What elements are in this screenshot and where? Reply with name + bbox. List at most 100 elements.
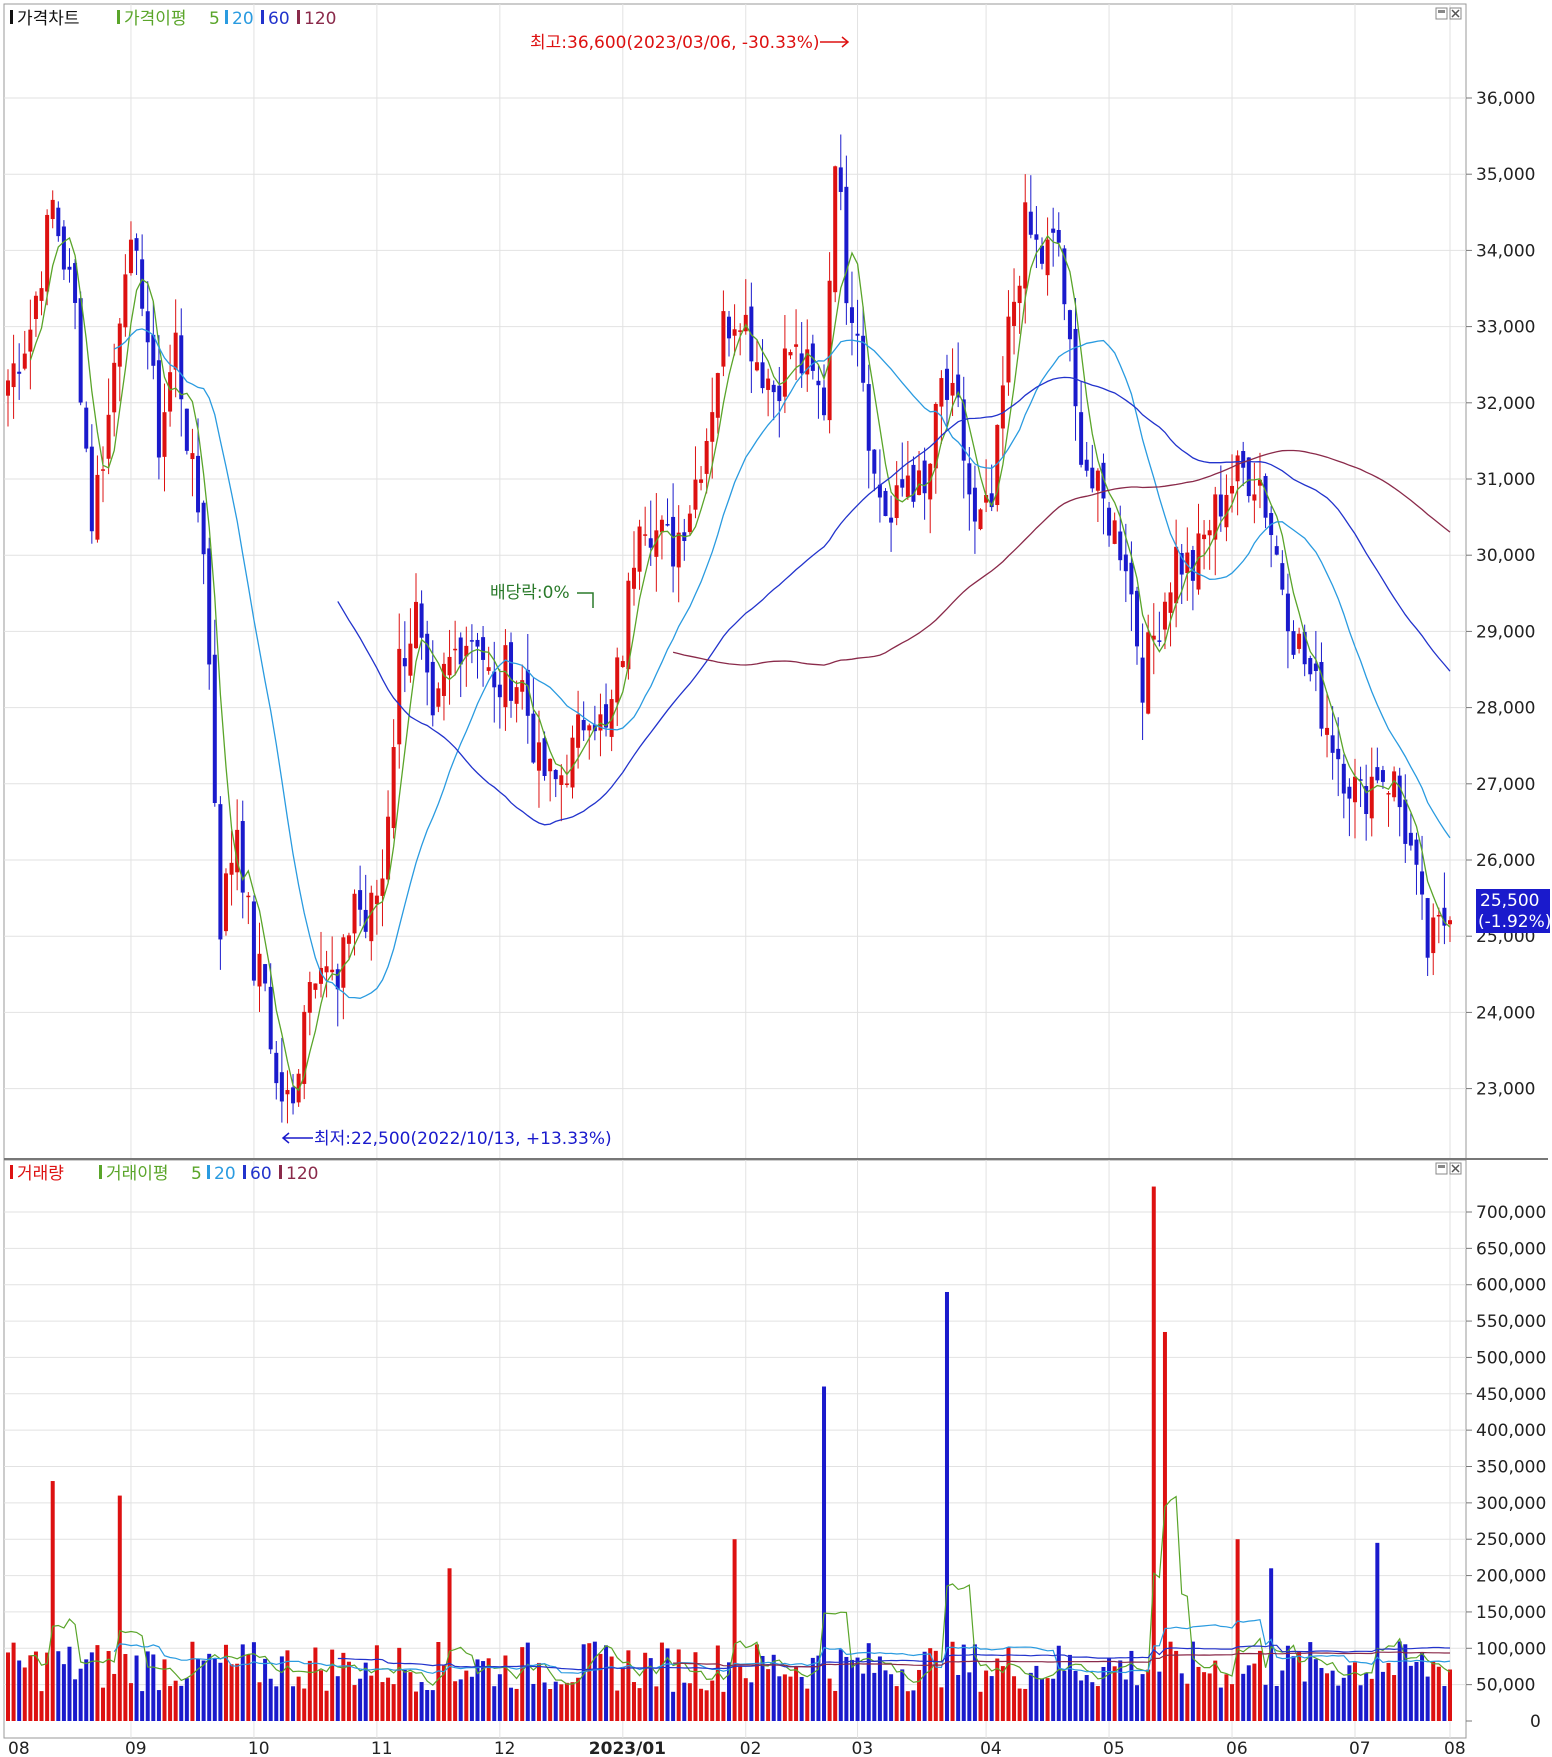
- volume-bar: [1185, 1683, 1190, 1721]
- volume-bar: [352, 1685, 357, 1721]
- candle-body: [1073, 328, 1078, 407]
- volume-bar: [1056, 1645, 1061, 1721]
- candle-body: [1012, 301, 1017, 326]
- volume-bar: [525, 1642, 530, 1721]
- candle-body: [67, 266, 72, 270]
- volume-bar: [1101, 1666, 1106, 1721]
- volume-bar: [754, 1644, 759, 1721]
- volume-bar: [1218, 1687, 1223, 1721]
- x-tick-label: 04: [980, 1739, 1002, 1757]
- volume-bar: [17, 1660, 22, 1721]
- volume-bar: [391, 1684, 396, 1721]
- volume-bar: [849, 1659, 854, 1721]
- volume-bar: [274, 1686, 279, 1721]
- volume-bar: [587, 1643, 592, 1721]
- volume-bar: [911, 1690, 916, 1721]
- volume-bar: [956, 1674, 961, 1721]
- candle-body: [788, 352, 793, 356]
- candle-body: [693, 479, 698, 510]
- volume-bar: [330, 1649, 335, 1721]
- volume-panel-maximize-icon[interactable]: [1435, 1162, 1448, 1175]
- volume-bar: [1336, 1685, 1341, 1721]
- price-tick-label: 34,000: [1476, 241, 1535, 261]
- candle-body: [950, 382, 955, 396]
- volume-bar: [464, 1670, 469, 1721]
- volume-bar: [201, 1660, 206, 1721]
- candle-body: [1230, 485, 1235, 494]
- volume-bar: [1028, 1672, 1033, 1721]
- volume-bar: [721, 1691, 726, 1721]
- candle-body: [514, 687, 519, 704]
- candle-body: [1107, 507, 1112, 536]
- volume-panel-close-icon[interactable]: [1449, 1162, 1462, 1175]
- candle-body: [536, 742, 541, 771]
- volume-bar: [900, 1669, 905, 1721]
- candle-body: [844, 186, 849, 304]
- candle-body: [1425, 898, 1430, 958]
- volume-bar: [1375, 1542, 1380, 1721]
- candle-body: [28, 329, 33, 352]
- volume-tick-label: 600,000: [1476, 1276, 1546, 1296]
- volume-bar: [1425, 1676, 1430, 1721]
- candle-body: [39, 288, 44, 301]
- candle-body: [732, 329, 737, 336]
- volume-bar: [101, 1687, 106, 1721]
- candle-body: [229, 862, 234, 875]
- candle-body: [559, 775, 564, 785]
- candle-body: [972, 487, 977, 522]
- low-annotation: 최저:22,500(2022/10/13, +13.33%): [314, 1129, 612, 1149]
- x-tick-label: 11: [371, 1739, 393, 1757]
- candle-body: [581, 719, 586, 731]
- candle-body: [201, 502, 206, 555]
- candle-body: [1095, 470, 1100, 491]
- volume-bar: [1397, 1641, 1402, 1721]
- volume-bar: [542, 1682, 547, 1721]
- candle-body: [402, 658, 407, 667]
- volume-bar: [749, 1682, 754, 1721]
- candle-body: [531, 713, 536, 763]
- volume-bar: [128, 1683, 133, 1721]
- volume-bar: [33, 1651, 38, 1721]
- volume-bar: [503, 1655, 508, 1721]
- candle-body: [330, 969, 335, 973]
- candle-body: [95, 474, 100, 540]
- candle-body: [939, 378, 944, 407]
- candle-body: [168, 372, 173, 412]
- volume-bar: [1006, 1647, 1011, 1721]
- low-arrow-icon: [281, 1132, 313, 1144]
- volume-bar: [1202, 1672, 1207, 1721]
- candle-body: [268, 986, 273, 1050]
- price-legend-ma-label: 가격이평: [124, 9, 187, 29]
- candle-body: [1079, 412, 1084, 465]
- volume-bar: [743, 1678, 748, 1721]
- candle-body: [1129, 562, 1134, 595]
- volume-bar: [28, 1655, 33, 1721]
- price-tick-label: 36,000: [1476, 89, 1535, 109]
- volume-bar: [1263, 1684, 1268, 1721]
- candle-body: [637, 526, 642, 572]
- price-panel-maximize-icon[interactable]: [1435, 7, 1448, 20]
- candle-body: [1067, 310, 1072, 340]
- volume-bar: [123, 1654, 128, 1721]
- volume-bar: [883, 1670, 888, 1721]
- price-tick-label: 26,000: [1476, 851, 1535, 871]
- candle-body: [1352, 776, 1357, 803]
- candle-body: [866, 384, 871, 451]
- volume-bar: [117, 1495, 122, 1721]
- candle-body: [436, 688, 441, 707]
- volume-bar: [1364, 1672, 1369, 1721]
- volume-bar: [408, 1672, 413, 1721]
- candle-body: [45, 214, 50, 292]
- x-tick-label: 08: [8, 1739, 30, 1757]
- volume-bar: [380, 1682, 385, 1721]
- candle-body: [1297, 633, 1302, 649]
- candle-body: [324, 966, 329, 973]
- volume-tick-label: 450,000: [1476, 1385, 1546, 1405]
- candle-body: [414, 601, 419, 649]
- candle-body: [196, 455, 201, 513]
- candle-body: [1123, 554, 1128, 572]
- candle-body: [1431, 917, 1436, 954]
- price-panel-close-icon[interactable]: [1449, 7, 1462, 20]
- candle-body: [425, 633, 430, 673]
- volume-bar: [1140, 1674, 1145, 1721]
